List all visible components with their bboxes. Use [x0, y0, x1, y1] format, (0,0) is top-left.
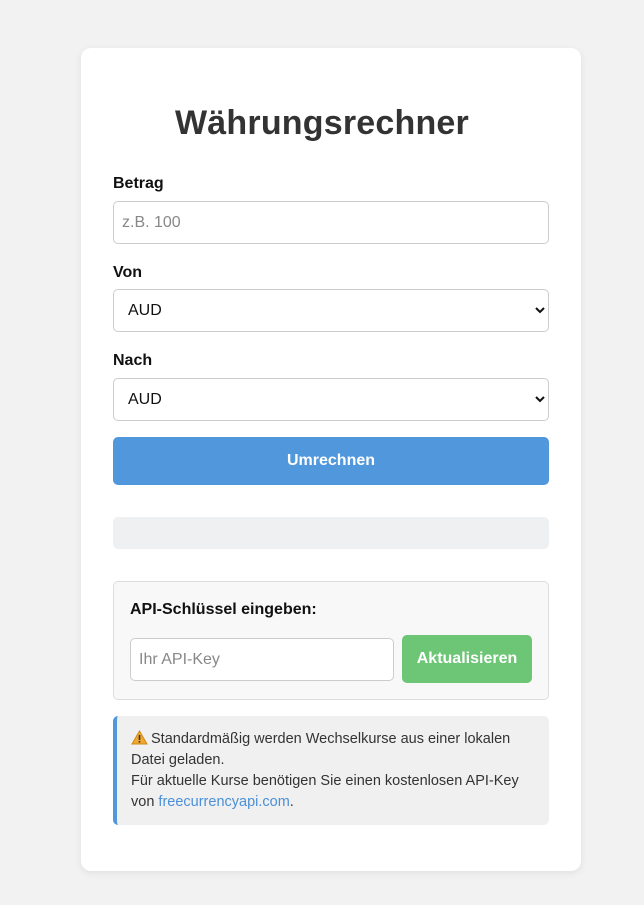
convert-button[interactable]: Umrechnen: [113, 437, 549, 485]
warning-icon: [131, 729, 148, 745]
notice-line2-suffix: .: [289, 794, 294, 810]
amount-input[interactable]: [113, 201, 549, 244]
from-currency-select[interactable]: AUD: [113, 289, 549, 332]
to-currency-select[interactable]: AUD: [113, 378, 549, 421]
info-notice: Standardmäßig werden Wechselkurse aus ei…: [113, 716, 549, 825]
page-title: Währungsrechner: [175, 104, 469, 142]
notice-line1: Standardmäßig werden Wechselkurse aus ei…: [131, 731, 511, 768]
api-key-input[interactable]: [130, 638, 394, 681]
to-label: Nach: [113, 352, 153, 369]
update-button[interactable]: Aktualisieren: [402, 635, 532, 683]
api-key-title: API-Schlüssel eingeben:: [130, 601, 317, 618]
from-label: Von: [113, 264, 143, 281]
amount-label: Betrag: [113, 175, 164, 192]
freecurrencyapi-link[interactable]: freecurrencyapi.com: [158, 794, 289, 810]
result-display: [113, 517, 549, 549]
